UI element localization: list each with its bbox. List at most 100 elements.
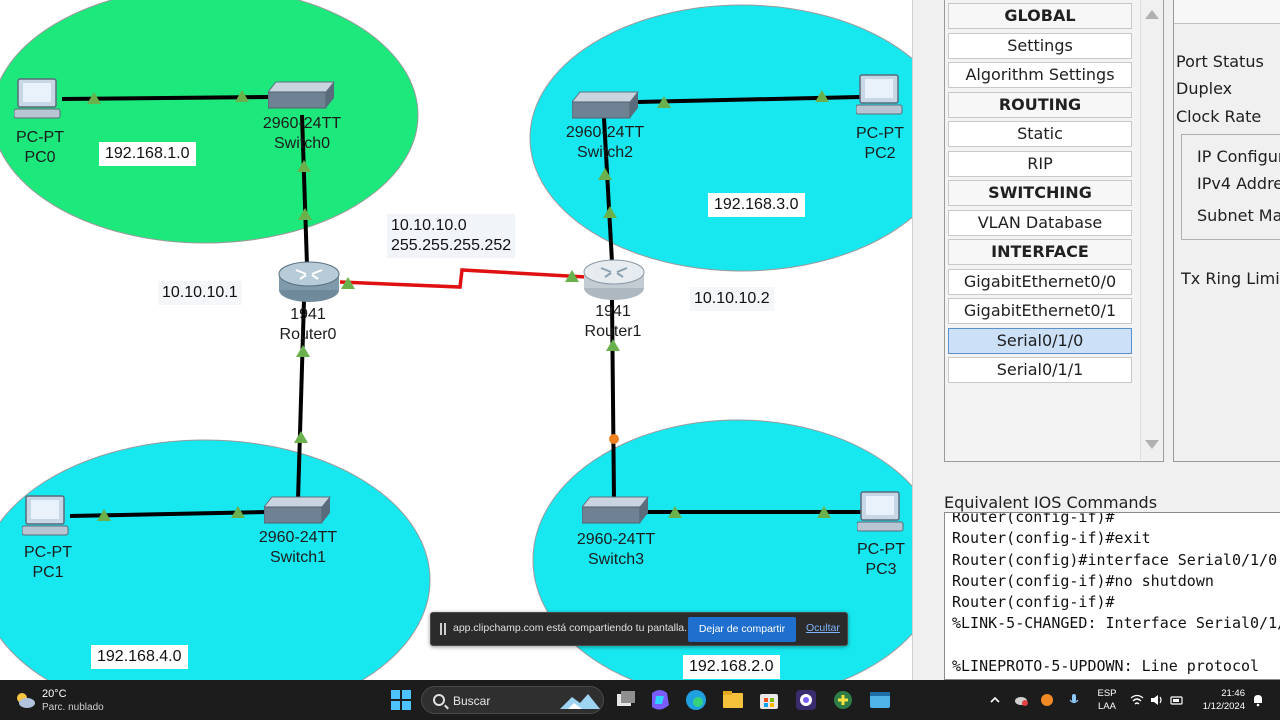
language-code: ESP bbox=[1097, 688, 1117, 699]
clock-time: 21:46 bbox=[1221, 688, 1245, 699]
duplex-label: Duplex bbox=[1176, 79, 1233, 98]
battery-icon[interactable] bbox=[1170, 693, 1184, 707]
system-clock[interactable]: 21:46 1/12/2024 bbox=[1193, 687, 1245, 713]
screen: PC-PT PC0 PC-PT PC1 PC-PT PC2 PC-PT PC3 … bbox=[0, 0, 1280, 720]
edge-browser-icon[interactable] bbox=[683, 687, 709, 713]
pc0-label: PC-PT PC0 bbox=[12, 128, 68, 168]
menu-item-gigabitethernet0-0[interactable]: GigabitEthernet0/0 bbox=[948, 268, 1132, 295]
stop-sharing-button[interactable]: Dejar de compartir bbox=[688, 617, 796, 642]
ip-config-title: IP Configur bbox=[1197, 147, 1280, 166]
menu-item-vlan-database[interactable]: VLAN Database bbox=[948, 209, 1132, 236]
wifi-icon[interactable] bbox=[1130, 693, 1144, 707]
pc0-name: PC0 bbox=[24, 149, 56, 166]
cloud-sync-icon[interactable] bbox=[1014, 693, 1028, 707]
search-highlight-icon bbox=[560, 694, 600, 709]
pc1-type: PC-PT bbox=[24, 544, 72, 561]
switch1-type: 2960-24TT bbox=[258, 529, 338, 546]
ios-line: Router(config-if)#no shutdown bbox=[952, 571, 1214, 590]
network-note-pc0[interactable]: 192.168.1.0 bbox=[99, 142, 196, 166]
scroll-up-arrow-icon[interactable] bbox=[1145, 10, 1159, 19]
wan-network-note[interactable]: 10.10.10.0 255.255.255.252 bbox=[387, 214, 516, 258]
config-menu: GLOBAL Settings Algorithm Settings ROUTI… bbox=[944, 0, 1164, 462]
microphone-icon[interactable] bbox=[1067, 693, 1081, 707]
show-hidden-icons-chevron-icon[interactable] bbox=[988, 693, 1002, 707]
pc3-type: PC-PT bbox=[857, 541, 905, 558]
ios-line: %LINK-5-CHANGED: Interface Serial0/1/0, … bbox=[952, 614, 1280, 633]
active-window-icon[interactable] bbox=[867, 687, 893, 713]
switch1-name: Switch1 bbox=[269, 549, 327, 566]
wan-mask: 255.255.255.252 bbox=[391, 237, 512, 254]
switch0-type: 2960-24TT bbox=[262, 115, 342, 132]
pc2-label: PC-PT PC2 bbox=[852, 124, 908, 164]
hide-link[interactable]: Ocultar bbox=[806, 622, 840, 634]
ios-commands-title: Equivalent IOS Commands bbox=[944, 493, 1158, 512]
switch0-label: 2960-24TT Switch0 bbox=[252, 114, 352, 154]
clock-date: 1/12/2024 bbox=[1202, 701, 1245, 712]
topology-drawing bbox=[0, 0, 912, 680]
network-note-pc3[interactable]: 192.168.2.0 bbox=[683, 655, 780, 679]
switch3-type: 2960-24TT bbox=[576, 531, 656, 548]
keyboard-layout: LAA bbox=[1098, 701, 1116, 712]
input-language[interactable]: ESP LAA bbox=[1095, 687, 1119, 713]
router0-name: Router0 bbox=[279, 326, 337, 343]
app-tray-icon[interactable] bbox=[1040, 693, 1054, 707]
menu-scrollbar[interactable] bbox=[1140, 0, 1162, 460]
notifications-bell-icon[interactable] bbox=[1251, 693, 1265, 707]
router1-name: Router1 bbox=[584, 323, 642, 340]
menu-item-gigabitethernet0-1[interactable]: GigabitEthernet0/1 bbox=[948, 298, 1132, 324]
router1-ip-note[interactable]: 10.10.10.2 bbox=[690, 287, 774, 311]
weather-temperature: 20°C bbox=[42, 688, 67, 700]
ipv4-address-label: IPv4 Addres bbox=[1197, 174, 1280, 193]
port-status-label: Port Status bbox=[1176, 52, 1264, 71]
ios-commands-console[interactable]: Router(config-if)# Router(config-if)#exi… bbox=[944, 512, 1280, 680]
switch2-label: 2960-24TT Switch2 bbox=[555, 123, 655, 163]
volume-icon[interactable] bbox=[1150, 693, 1164, 707]
scroll-down-arrow-icon[interactable] bbox=[1145, 440, 1159, 449]
switch0-name: Switch0 bbox=[273, 135, 331, 152]
task-view-icon[interactable] bbox=[613, 687, 639, 713]
config-panel: GLOBAL Settings Algorithm Settings ROUTI… bbox=[912, 0, 1280, 680]
weather-widget[interactable]: 20°C Parc. nublado bbox=[14, 685, 134, 715]
network-note-pc2[interactable]: 192.168.3.0 bbox=[708, 193, 805, 217]
menu-item-static[interactable]: Static bbox=[948, 121, 1132, 147]
ios-line: Router(config)#interface Serial0/1/0 bbox=[952, 550, 1278, 569]
search-icon bbox=[433, 694, 445, 706]
menu-item-settings[interactable]: Settings bbox=[948, 32, 1132, 59]
pc3-label: PC-PT PC3 bbox=[853, 540, 909, 580]
share-message: app.clipchamp.com está compartiendo tu p… bbox=[453, 622, 688, 634]
switch2-name: Switch2 bbox=[576, 144, 634, 161]
menu-header-interface: INTERFACE bbox=[948, 239, 1132, 265]
router0-ip-note[interactable]: 10.10.10.1 bbox=[158, 281, 242, 305]
menu-item-rip[interactable]: RIP bbox=[948, 150, 1132, 177]
drag-handle-icon[interactable] bbox=[440, 623, 446, 635]
menu-header-global: GLOBAL bbox=[948, 3, 1132, 29]
tx-ring-limit-label: Tx Ring Limit bbox=[1181, 269, 1280, 288]
switch3-name: Switch3 bbox=[587, 551, 645, 568]
pc2-type: PC-PT bbox=[856, 125, 904, 142]
switch1-label: 2960-24TT Switch1 bbox=[248, 528, 348, 568]
menu-header-switching: SWITCHING bbox=[948, 180, 1132, 206]
wan-network: 10.10.10.0 bbox=[391, 217, 467, 234]
menu-item-algorithm-settings[interactable]: Algorithm Settings bbox=[948, 62, 1132, 88]
taskbar-search[interactable]: Buscar bbox=[421, 686, 604, 714]
menu-item-serial0-1-1[interactable]: Serial0/1/1 bbox=[948, 357, 1132, 383]
packet-tracer-icon[interactable] bbox=[830, 687, 856, 713]
menu-item-serial0-1-0[interactable]: Serial0/1/0 bbox=[948, 327, 1132, 354]
clipchamp-icon[interactable] bbox=[793, 687, 819, 713]
ios-line: Router(config-if)# bbox=[952, 593, 1115, 612]
file-explorer-icon[interactable] bbox=[720, 687, 746, 713]
start-icon[interactable] bbox=[388, 687, 414, 713]
serial-link-router0-router1 bbox=[339, 268, 587, 289]
ios-line: %LINEPROTO-5-UPDOWN: Line protocol bbox=[952, 657, 1260, 676]
ios-line: Router(config-if)#exit bbox=[952, 529, 1151, 548]
store-icon[interactable] bbox=[756, 687, 782, 713]
copilot-icon[interactable] bbox=[647, 687, 673, 713]
ip-configuration-group: IP Configur IPv4 Addres Subnet Ma bbox=[1181, 134, 1280, 240]
network-note-pc1[interactable]: 192.168.4.0 bbox=[91, 645, 188, 669]
screen-share-bar: app.clipchamp.com está compartiendo tu p… bbox=[430, 612, 848, 646]
topology-workspace[interactable]: PC-PT PC0 PC-PT PC1 PC-PT PC2 PC-PT PC3 … bbox=[0, 0, 912, 680]
pc3-name: PC3 bbox=[865, 561, 897, 578]
ios-line: Router(config-if)# bbox=[952, 512, 1115, 526]
router0-type: 1941 bbox=[290, 306, 326, 323]
router1-type: 1941 bbox=[595, 303, 631, 320]
